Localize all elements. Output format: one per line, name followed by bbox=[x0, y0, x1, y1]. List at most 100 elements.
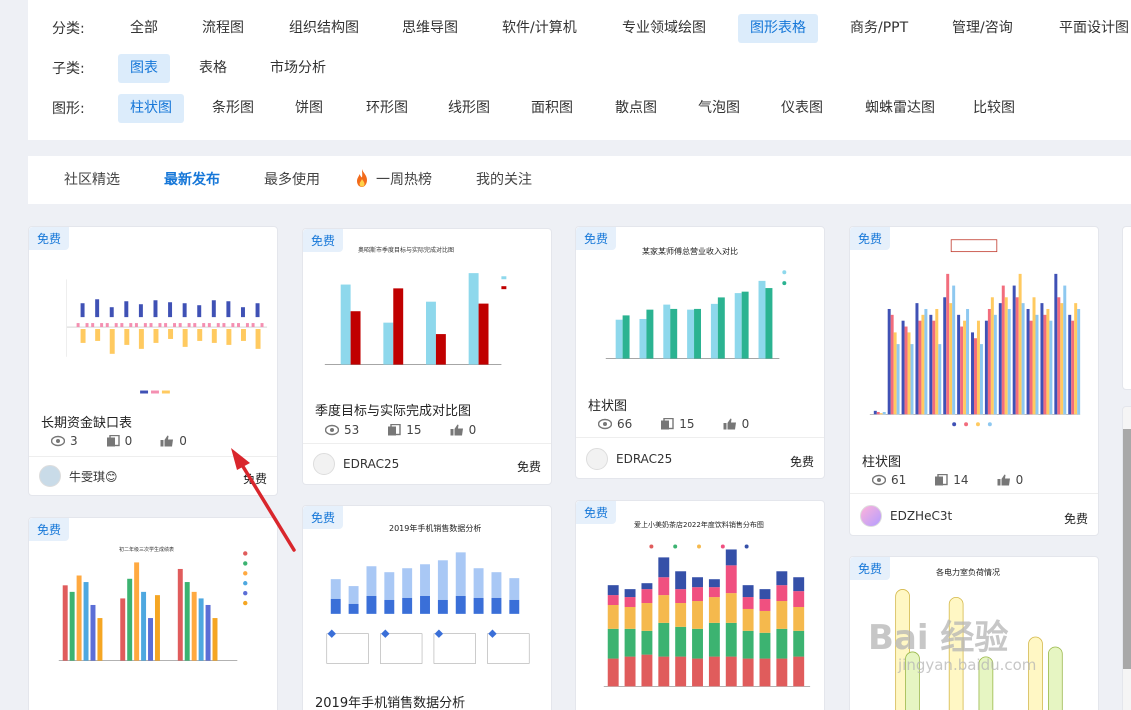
category-label: 分类: bbox=[52, 21, 85, 37]
chart-bar bbox=[184, 582, 190, 661]
subcategory-chart[interactable]: 图表 bbox=[118, 53, 170, 83]
category-professional[interactable]: 专业领域绘图 bbox=[610, 14, 718, 43]
card-author[interactable]: EDRAC25 bbox=[313, 453, 399, 475]
chart-bar bbox=[350, 311, 361, 365]
chart-bar bbox=[915, 303, 919, 415]
flame-icon bbox=[357, 169, 367, 187]
chart-bar bbox=[1035, 314, 1039, 415]
chart-bar bbox=[904, 326, 908, 415]
category-flowchart[interactable]: 流程图 bbox=[190, 14, 256, 43]
chart-bar bbox=[393, 288, 404, 365]
chart-bar bbox=[901, 320, 905, 415]
template-card[interactable]: 免费 长期资金缺口表 3 0 0 牛雯琪😊 免费 bbox=[28, 226, 278, 496]
template-card[interactable]: 免费 奥昭斯市季度目标与实际完成对比图 季度目标与实际完成对比图 53 15 0… bbox=[302, 228, 552, 485]
avatar bbox=[313, 453, 335, 475]
shape-radar[interactable]: 蜘蛛雷达图 bbox=[853, 94, 947, 123]
view-count: 53 bbox=[344, 423, 360, 437]
category-management[interactable]: 管理/咨询 bbox=[940, 14, 1025, 43]
card-author[interactable]: EDRAC25 bbox=[586, 448, 672, 470]
chart-bar bbox=[348, 603, 359, 614]
category-software[interactable]: 软件/计算机 bbox=[490, 14, 589, 43]
chart-bar bbox=[675, 656, 687, 687]
tab-latest[interactable]: 最新发布 bbox=[164, 156, 220, 204]
tab-most-used[interactable]: 最多使用 bbox=[264, 156, 320, 204]
shape-line[interactable]: 线形图 bbox=[436, 94, 502, 123]
shape-area[interactable]: 面积图 bbox=[519, 94, 585, 123]
chart-bar bbox=[109, 329, 115, 354]
chart-bar bbox=[182, 303, 187, 318]
chart-bar bbox=[237, 323, 240, 328]
template-card[interactable]: 免费 初二年级三次学生成绩表 bbox=[28, 517, 278, 710]
chart-bar bbox=[793, 656, 805, 687]
tab-following[interactable]: 我的关注 bbox=[476, 156, 532, 204]
category-mind-map[interactable]: 思维导图 bbox=[390, 14, 470, 43]
free-badge: 免费 bbox=[576, 227, 617, 250]
template-card[interactable]: 免费 2019年手机销售数据分析 2019年手机销售数据分析 bbox=[302, 505, 552, 710]
chart-bar bbox=[138, 304, 143, 318]
template-card[interactable] bbox=[1122, 226, 1131, 390]
chart-bar bbox=[949, 303, 953, 415]
chart-bar bbox=[776, 601, 788, 629]
chart-bar bbox=[114, 323, 118, 328]
free-badge: 免费 bbox=[850, 227, 891, 250]
category-graphic-design[interactable]: 平面设计图 bbox=[1047, 14, 1131, 43]
chart-bar bbox=[80, 329, 86, 343]
avatar bbox=[586, 448, 608, 470]
chart-bar bbox=[207, 323, 211, 328]
chart-bar bbox=[226, 329, 232, 345]
shape-bubble[interactable]: 气泡图 bbox=[686, 94, 752, 123]
free-badge: 免费 bbox=[850, 557, 891, 580]
shape-ring[interactable]: 环形图 bbox=[354, 94, 420, 123]
chart-bar bbox=[245, 323, 249, 328]
shape-bar[interactable]: 条形图 bbox=[200, 94, 266, 123]
chart-bar bbox=[675, 589, 687, 604]
card-divider bbox=[576, 437, 824, 438]
chart-bar bbox=[692, 587, 703, 602]
tab-weekly-hot[interactable]: 一周热榜 bbox=[354, 156, 432, 204]
chart-bar bbox=[109, 307, 114, 318]
tab-community-picks[interactable]: 社区精选 bbox=[64, 156, 120, 204]
chart-bar bbox=[212, 618, 218, 661]
chart-bar bbox=[887, 308, 891, 415]
chart-bar bbox=[658, 622, 670, 657]
chart-bar bbox=[1077, 308, 1081, 415]
template-card[interactable]: 免费 柱状图 61 14 0 EDZHeC3t 免费 bbox=[849, 226, 1099, 536]
chart-bar bbox=[383, 322, 394, 365]
chart-bar bbox=[694, 308, 701, 359]
shape-compare[interactable]: 比较图 bbox=[961, 94, 1027, 123]
card-stats: 53 15 0 bbox=[325, 423, 476, 437]
chart-bar bbox=[607, 585, 619, 596]
chart-bar bbox=[478, 303, 489, 365]
chart-bar bbox=[138, 329, 144, 349]
chart-bar bbox=[793, 606, 805, 631]
shape-scatter[interactable]: 散点图 bbox=[603, 94, 669, 123]
template-card[interactable]: 免费 爱上小美奶茶店2022年度饮料销售分布图 bbox=[575, 500, 825, 710]
chart-bar bbox=[202, 323, 206, 328]
view-count: 61 bbox=[891, 473, 907, 487]
subcategory-market[interactable]: 市场分析 bbox=[258, 54, 338, 83]
chart-bar bbox=[69, 591, 75, 661]
chart-bar bbox=[120, 323, 124, 328]
template-card[interactable]: 免费 某家某师傅总营业收入对比 柱状图 66 15 0 EDRAC25 免费 bbox=[575, 226, 825, 479]
card-author[interactable]: 牛雯琪😊 bbox=[39, 465, 118, 487]
category-org-chart[interactable]: 组织结构图 bbox=[277, 14, 371, 43]
chart-bar bbox=[658, 577, 670, 596]
category-business-ppt[interactable]: 商务/PPT bbox=[838, 14, 920, 43]
category-graphic-table[interactable]: 图形表格 bbox=[738, 13, 818, 43]
chart-bar bbox=[952, 285, 956, 415]
shape-column[interactable]: 柱状图 bbox=[118, 93, 184, 123]
chart-bar bbox=[205, 604, 211, 661]
chart-bar bbox=[893, 332, 897, 415]
category-all[interactable]: 全部 bbox=[118, 14, 170, 43]
chart-thumbnail bbox=[869, 239, 1081, 427]
subcategory-table[interactable]: 表格 bbox=[187, 54, 239, 83]
card-divider bbox=[303, 443, 551, 444]
chart-bar bbox=[910, 344, 914, 415]
shape-gauge[interactable]: 仪表图 bbox=[769, 94, 835, 123]
chart-bar bbox=[759, 589, 771, 600]
chart-bar bbox=[177, 568, 183, 661]
shape-pie[interactable]: 饼图 bbox=[283, 94, 335, 123]
chart-bar bbox=[708, 587, 720, 598]
template-card[interactable] bbox=[1122, 406, 1131, 710]
card-author[interactable]: EDZHeC3t bbox=[860, 505, 952, 527]
